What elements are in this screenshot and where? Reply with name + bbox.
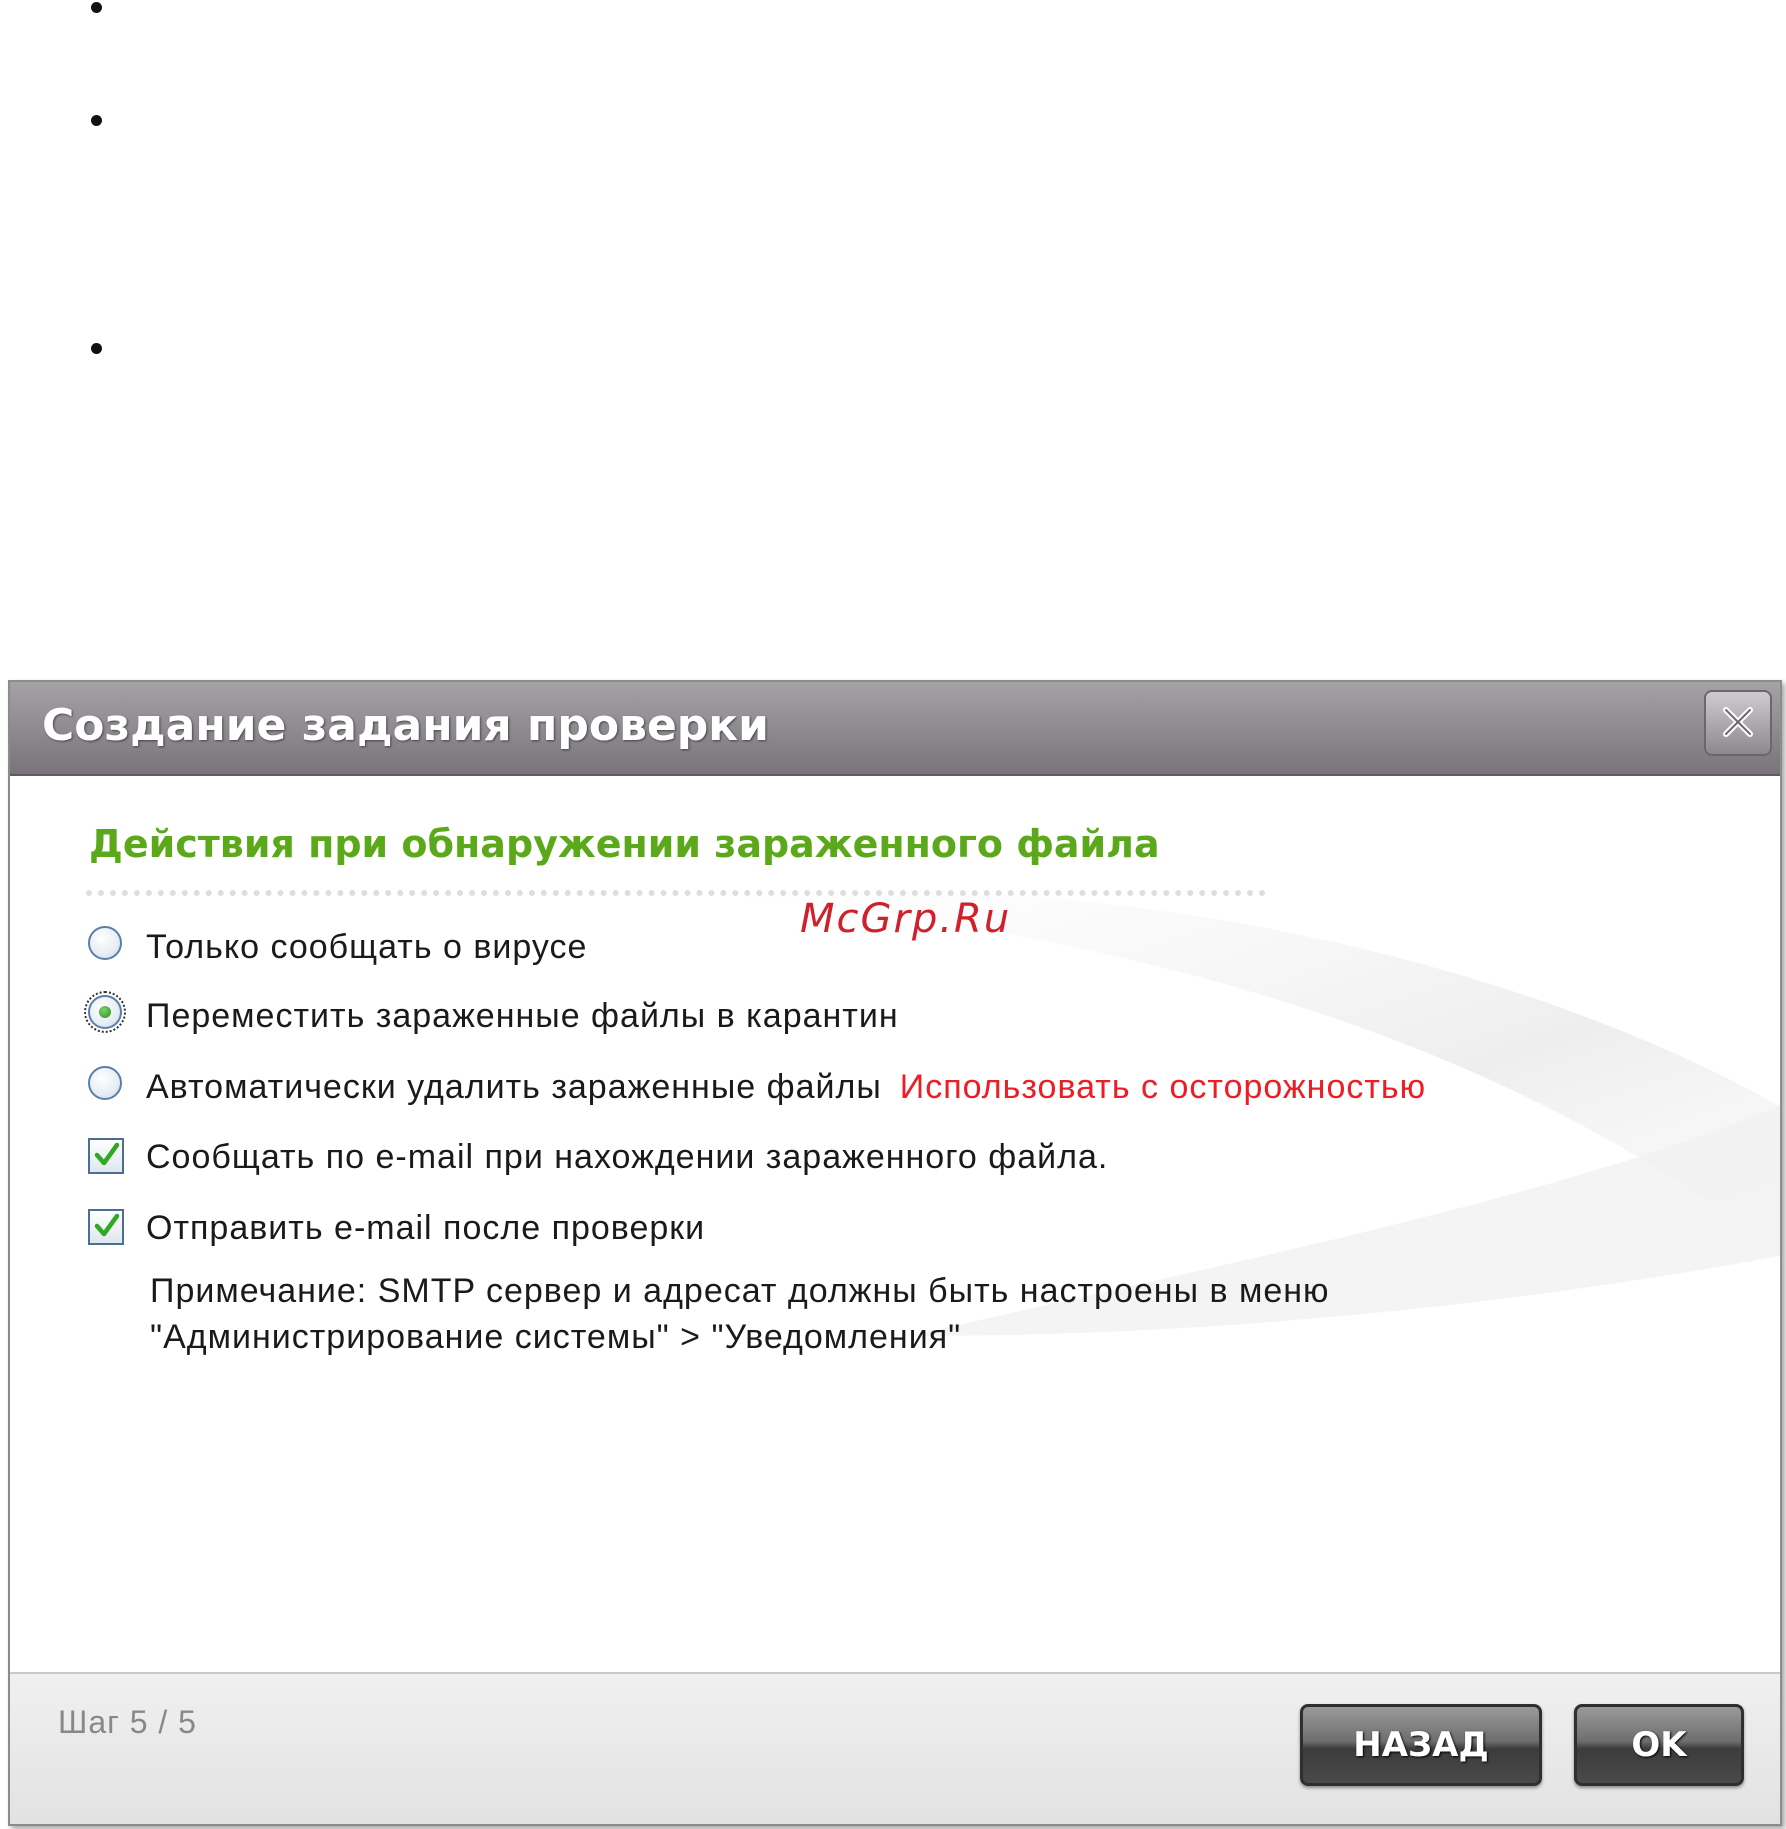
scan-task-dialog: Создание задания проверки Действия при о… <box>8 680 1782 1826</box>
step-indicator: Шаг 5 / 5 <box>58 1704 197 1740</box>
option-label: Автоматически удалить зараженные файлы Ис… <box>146 1068 1426 1107</box>
checkbox-email-on-detect[interactable] <box>88 1138 124 1174</box>
option-label: Сообщать по e-mail при нахождении зараже… <box>146 1138 1109 1176</box>
dialog-content: Действия при обнаружении зараженного фай… <box>10 776 1780 1672</box>
dialog-footer: Шаг 5 / 5 НАЗАД OK <box>10 1672 1780 1824</box>
watermark-text: McGrp.Ru <box>800 896 1012 942</box>
note-line: Примечание: SMTP сервер и адресат должны… <box>150 1272 1330 1310</box>
checkbox-email-after-scan[interactable] <box>88 1209 124 1245</box>
section-title: Действия при обнаружении зараженного фай… <box>89 822 1160 866</box>
option-label: Только сообщать о вирусе <box>146 928 588 966</box>
radio-quarantine[interactable] <box>84 991 126 1033</box>
option-label-text: Автоматически удалить зараженные файлы <box>146 1068 882 1106</box>
dialog-titlebar: Создание задания проверки <box>10 682 1780 776</box>
list-bullet <box>91 2 102 13</box>
checkmark-icon <box>94 1142 120 1166</box>
close-x-icon <box>1723 707 1753 737</box>
back-button[interactable]: НАЗАД <box>1300 1704 1542 1786</box>
dialog-title: Создание задания проверки <box>42 700 769 751</box>
note-line: "Администрирование системы" > "Уведомлен… <box>150 1318 962 1356</box>
option-label: Отправить e-mail после проверки <box>146 1209 706 1247</box>
ok-button[interactable]: OK <box>1574 1704 1744 1786</box>
dotted-divider <box>86 890 1266 896</box>
smtp-note: Примечание: SMTP сервер и адресат должны… <box>150 1268 1330 1360</box>
option-label: Переместить зараженные файлы в карантин <box>146 997 899 1035</box>
caution-warning: Использовать с осторожностью <box>899 1068 1427 1106</box>
checkmark-icon <box>94 1213 120 1237</box>
close-button[interactable] <box>1704 690 1772 756</box>
radio-report-only[interactable] <box>88 926 122 960</box>
radio-selected-dot <box>99 1006 111 1018</box>
radio-auto-delete[interactable] <box>88 1066 122 1100</box>
list-bullet <box>91 343 102 354</box>
list-bullet <box>91 115 102 126</box>
